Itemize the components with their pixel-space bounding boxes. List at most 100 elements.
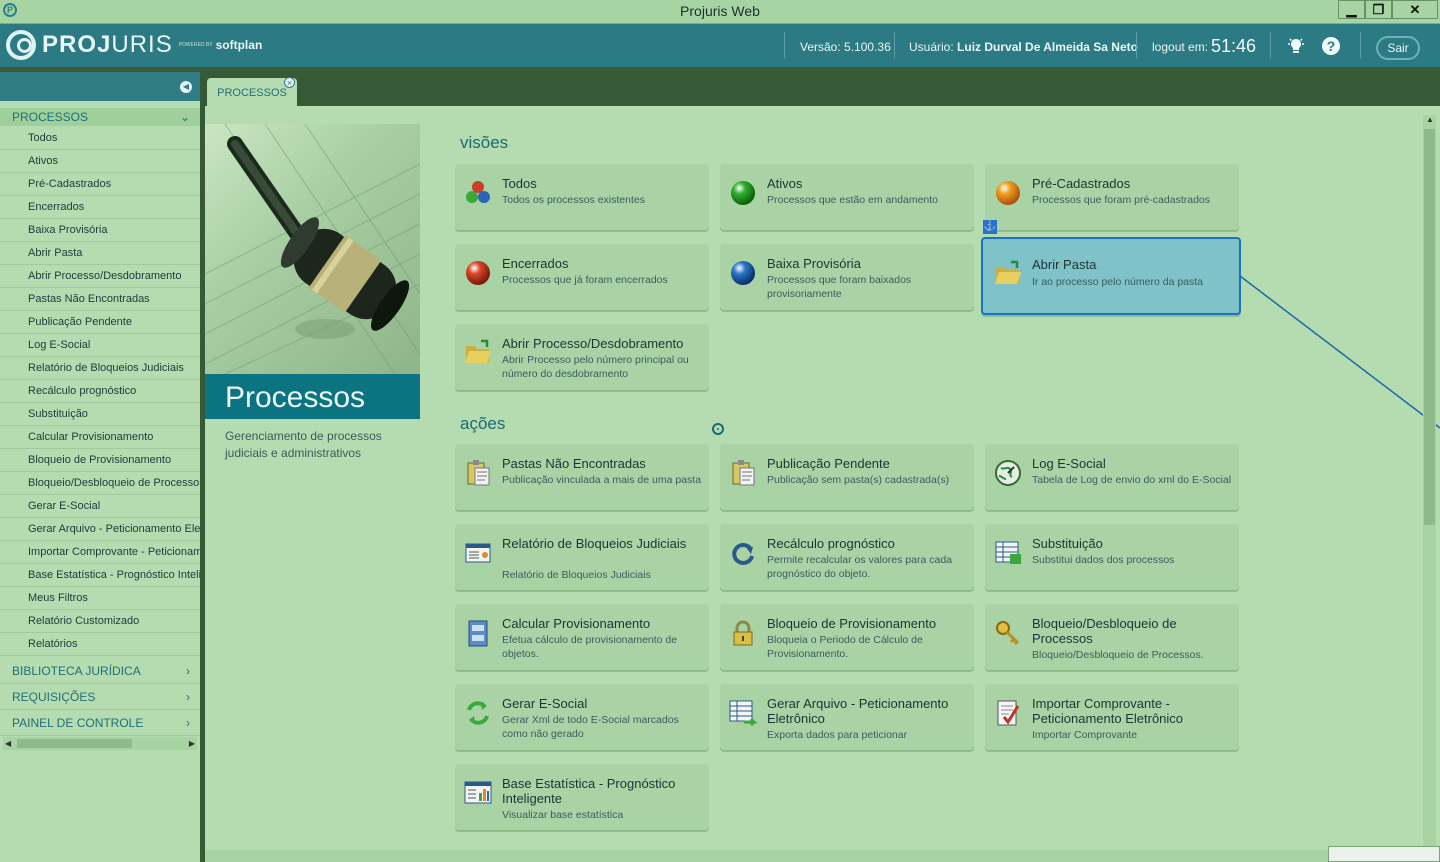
sidebar-item[interactable]: Ativos	[28, 150, 200, 172]
card-title: Gerar Arquivo - Peticionamento Eletrônic…	[767, 696, 949, 726]
cabinet-icon	[463, 618, 493, 648]
card-base-estatistica-prognostico-inteligente[interactable]: Base Estatística - Prognóstico Inteligen…	[455, 764, 709, 830]
sidebar-section-requisicoes[interactable]: REQUISIÇÕES ›	[0, 688, 200, 706]
sidebar-item[interactable]: Pastas Não Encontradas	[28, 288, 200, 310]
sidebar-item[interactable]: Importar Comprovante - Peticionamento El…	[28, 541, 200, 563]
divider	[0, 683, 200, 684]
card-bloqueio-de-provisionamento[interactable]: Bloqueio de Provisionamento Bloqueia o Pe…	[720, 604, 974, 670]
card-description: Efetua cálculo de provisionamento de obj…	[502, 634, 678, 660]
anchor-icon: ⚓	[983, 220, 997, 234]
version-value: 5.100.36	[844, 40, 891, 54]
sidebar-section-painel[interactable]: PAINEL DE CONTROLE ›	[0, 714, 200, 732]
card-title: Todos	[502, 176, 537, 191]
table-edit-icon	[993, 538, 1023, 568]
card-log-e-social[interactable]: Log E-Social Tabela de Log de envio do xm…	[985, 444, 1239, 510]
card-recalculo-prognostico[interactable]: Recálculo prognóstico Permite recalcular …	[720, 524, 974, 590]
page-description: Gerenciamento de processos judiciais e a…	[225, 429, 382, 460]
card-title: Log E-Social	[1032, 456, 1106, 471]
collapse-sidebar-icon[interactable]: ◀	[180, 81, 192, 93]
version-label: Versão:	[800, 40, 841, 54]
multi-ball-icon	[463, 178, 493, 208]
card-title: Pastas Não Encontradas	[502, 456, 646, 471]
sidebar-section-biblioteca[interactable]: BIBLIOTECA JURÍDICA ›	[0, 662, 200, 680]
sidebar-item[interactable]: Bloqueio de Provisionamento	[28, 449, 200, 471]
card-title: Recálculo prognóstico	[767, 536, 895, 551]
scrollbar-thumb[interactable]	[17, 739, 132, 748]
sidebar-item[interactable]: Abrir Pasta	[28, 242, 200, 264]
scroll-up-icon[interactable]: ▲	[1426, 115, 1434, 124]
sidebar-section-label: PROCESSOS	[12, 110, 89, 124]
brand-name-bold: PROJ	[42, 31, 112, 58]
card-substituicao[interactable]: Substituição Substitui dados dos processo…	[985, 524, 1239, 590]
sidebar-item[interactable]: Encerrados	[28, 196, 200, 218]
close-window-button[interactable]: ✕	[1392, 0, 1438, 19]
close-tab-icon[interactable]: ×	[284, 77, 295, 88]
projuris-logo: PROJURIS POWERED BY softplan	[6, 30, 262, 60]
logout-countdown: 51:46	[1211, 36, 1257, 56]
sidebar-item[interactable]: Log E-Social	[28, 334, 200, 356]
card-abrir-pasta[interactable]: Abrir Pasta Ir ao processo pelo número da…	[981, 237, 1241, 315]
card-gerar-e-social[interactable]: Gerar E-Social Gerar Xml de todo E-Social…	[455, 684, 709, 750]
card-title: Baixa Provisória	[767, 256, 861, 271]
sidebar-item[interactable]: Recálculo prognóstico	[28, 380, 200, 402]
card-title: Abrir Processo/Desdobramento	[502, 336, 684, 351]
window-title: Projuris Web	[680, 3, 760, 19]
sidebar-item[interactable]: Publicação Pendente	[28, 311, 200, 333]
card-abrir-processo-desdobramento[interactable]: Abrir Processo/Desdobramento Abrir Proces…	[455, 324, 709, 390]
sidebar-item[interactable]: Substituição	[28, 403, 200, 425]
header-divider	[1270, 32, 1271, 58]
card-todos[interactable]: Todos Todos os processos existentes	[455, 164, 709, 230]
page-title: Processos	[225, 381, 366, 414]
card-description: Processos que foram pré-cadastrados	[1032, 194, 1211, 206]
scroll-right-icon[interactable]: ▶	[189, 737, 195, 750]
sidebar-item[interactable]: Relatórios	[28, 633, 200, 655]
sidebar-item[interactable]: Relatório Customizado	[28, 610, 200, 632]
main-vertical-scrollbar[interactable]: ▲	[1423, 115, 1436, 850]
card-gerar-arquivo-peticionamento-eletronico[interactable]: Gerar Arquivo - Peticionamento Eletrônic…	[720, 684, 974, 750]
app-header: PROJURIS POWERED BY softplan Versão: 5.1…	[0, 24, 1440, 67]
sidebar-item[interactable]: Todos	[28, 127, 200, 149]
logout-button[interactable]: Sair	[1376, 36, 1420, 60]
minimize-button[interactable]: ▁	[1338, 0, 1365, 19]
card-importar-comprovante-peticionamento-eletronico[interactable]: Importar Comprovante - Peticionamento El…	[985, 684, 1239, 750]
restore-button[interactable]: ❐	[1365, 0, 1392, 19]
card-title: Bloqueio/Desbloqueio de Processos	[1032, 616, 1177, 646]
sidebar-item[interactable]: Abrir Processo/Desdobramento	[28, 265, 200, 287]
card-encerrados[interactable]: Encerrados Processos que já foram encerra…	[455, 244, 709, 310]
version-info: Versão: 5.100.36	[800, 40, 891, 54]
card-title: Publicação Pendente	[767, 456, 890, 471]
card-description: Substitui dados dos processos	[1032, 554, 1175, 566]
sidebar-item[interactable]: Calcular Provisionamento	[28, 426, 200, 448]
card-description: Todos os processos existentes	[502, 194, 645, 206]
card-ativos[interactable]: Ativos Processos que estão em andamento	[720, 164, 974, 230]
sidebar-section-label: BIBLIOTECA JURÍDICA	[12, 664, 141, 678]
card-bloqueio-desbloqueio-de-processos[interactable]: Bloqueio/Desbloqueio de Processos Bloquei…	[985, 604, 1239, 670]
card-baixa-provisoria[interactable]: Baixa Provisória Processos que foram baix…	[720, 244, 974, 310]
sidebar-item[interactable]: Baixa Provisória	[28, 219, 200, 241]
scroll-left-icon[interactable]: ◀	[5, 737, 11, 750]
sidebar-item[interactable]: Gerar E-Social	[28, 495, 200, 517]
card-pre-cadastrados[interactable]: Pré-Cadastrados Processos que foram pré-c…	[985, 164, 1239, 230]
card-pastas-nao-encontradas[interactable]: Pastas Não Encontradas Publicação vincula…	[455, 444, 709, 510]
scrollbar-thumb[interactable]	[1424, 129, 1435, 525]
sidebar-horizontal-scrollbar[interactable]: ◀ ▶	[3, 737, 197, 750]
sidebar-item[interactable]: Meus Filtros	[28, 587, 200, 609]
card-relatorio-de-bloqueios-judiciais[interactable]: Relatório de Bloqueios Judiciais Relatóri…	[455, 524, 709, 590]
card-calcular-provisionamento[interactable]: Calcular Provisionamento Efetua cálculo d…	[455, 604, 709, 670]
sidebar-item[interactable]: Relatório de Bloqueios Judiciais	[28, 357, 200, 379]
sidebar-item[interactable]: Bloqueio/Desbloqueio de Processos	[28, 472, 200, 494]
red-ball-icon	[463, 258, 493, 288]
sidebar-section-processos[interactable]: PROCESSOS ⌄	[0, 108, 200, 126]
chevron-right-icon: ›	[186, 690, 190, 704]
help-icon[interactable]: ?	[1322, 37, 1340, 55]
card-description: Publicação sem pasta(s) cadastrada(s)	[767, 474, 950, 486]
sidebar-item[interactable]: Gerar Arquivo - Peticionamento Eletrônic…	[28, 518, 200, 540]
sidebar-item[interactable]: Base Estatística - Prognóstico Inteligen…	[28, 564, 200, 586]
blue-ball-icon	[728, 258, 758, 288]
chevron-right-icon: ›	[186, 664, 190, 678]
card-description: Publicação vinculada a mais de uma pasta	[502, 474, 702, 486]
sidebar-item[interactable]: Pré-Cadastrados	[28, 173, 200, 195]
lightbulb-icon[interactable]	[1286, 36, 1306, 56]
card-publicacao-pendente[interactable]: Publicação Pendente Publicação sem pasta(…	[720, 444, 974, 510]
document-check-icon	[993, 698, 1023, 728]
